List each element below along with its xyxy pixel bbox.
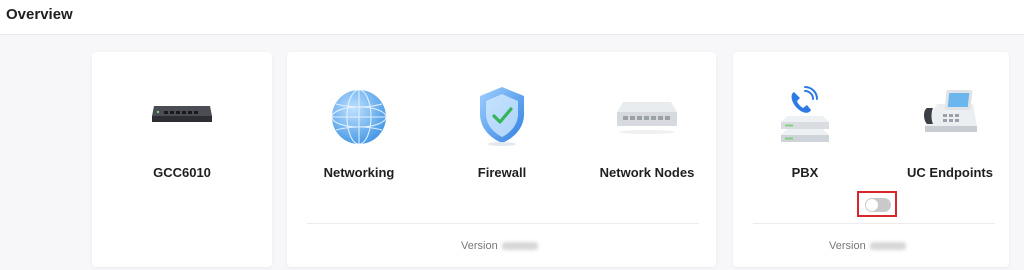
- uc-card: PBX UC Endpoints Version: [733, 52, 1009, 267]
- page-title: Overview: [6, 6, 73, 23]
- router-icon: [150, 102, 214, 129]
- pbx-server-icon: [777, 86, 833, 149]
- uc-enable-toggle[interactable]: [865, 198, 891, 212]
- globe-icon: [330, 88, 388, 151]
- firewall-label: Firewall: [477, 165, 527, 180]
- switch-icon: [615, 96, 679, 141]
- networking-label: Networking: [323, 165, 395, 180]
- desk-phone-icon: [919, 86, 981, 145]
- pbx-label: PBX: [791, 165, 819, 180]
- uc-endpoints-item[interactable]: UC Endpoints: [891, 52, 1009, 192]
- network-divider: [307, 223, 699, 224]
- pbx-item[interactable]: PBX: [753, 52, 857, 192]
- uc-version-label: Version: [829, 240, 866, 252]
- firewall-item[interactable]: Firewall: [450, 52, 554, 192]
- uc-divider: [753, 223, 995, 224]
- toggle-highlight-box: [857, 191, 897, 217]
- device-item[interactable]: GCC6010: [92, 52, 272, 267]
- shield-check-icon: [476, 84, 528, 151]
- networking-item[interactable]: Networking: [307, 52, 411, 192]
- uc-version-value-redacted: [869, 242, 906, 251]
- device-card[interactable]: GCC6010: [92, 52, 272, 267]
- device-name: GCC6010: [153, 165, 211, 180]
- network-nodes-label: Network Nodes: [599, 165, 695, 180]
- network-version: Version: [461, 240, 538, 252]
- network-nodes-item[interactable]: Network Nodes: [585, 52, 709, 192]
- network-version-label: Version: [461, 240, 498, 252]
- network-version-value-redacted: [501, 242, 538, 251]
- toggle-knob: [866, 199, 878, 211]
- uc-endpoints-label: UC Endpoints: [907, 165, 993, 180]
- uc-version: Version: [829, 240, 906, 252]
- network-card: Networking Firewall Network Nodes Versio…: [287, 52, 716, 267]
- top-bar: Overview: [0, 0, 1024, 35]
